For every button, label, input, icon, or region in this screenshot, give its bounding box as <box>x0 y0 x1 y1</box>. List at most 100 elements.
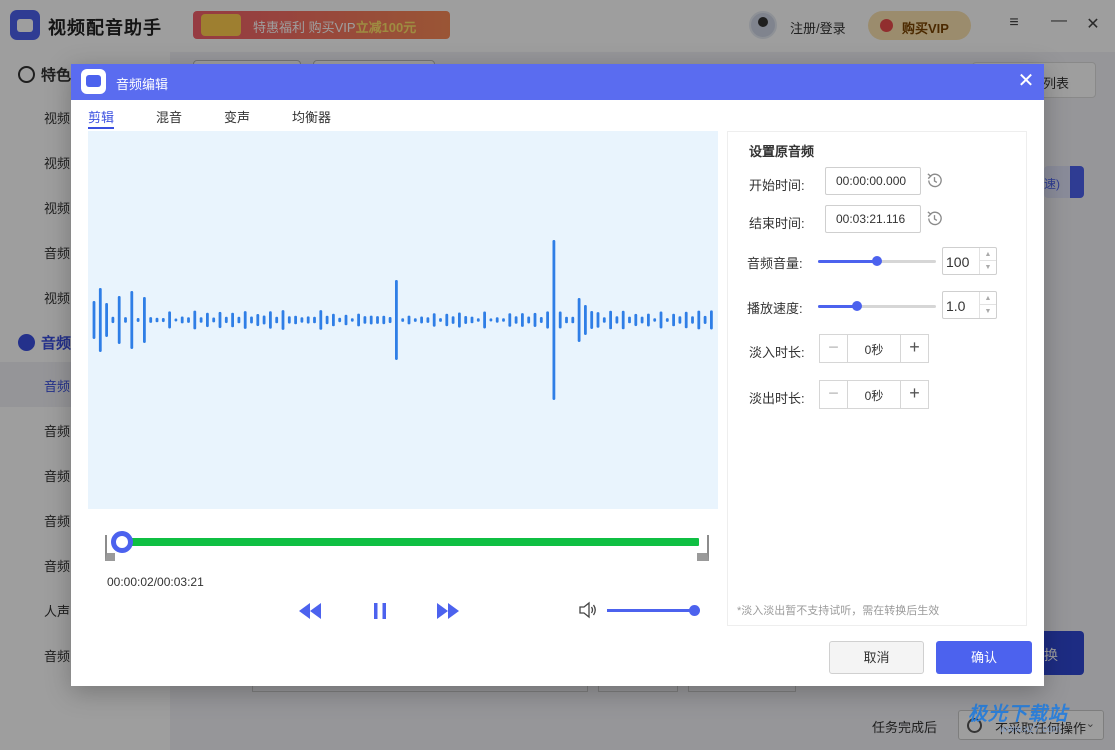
speed-value: 1.0 <box>946 298 966 314</box>
waveform-bar <box>350 318 354 322</box>
waveform-bar <box>218 311 222 329</box>
waveform-bar <box>451 316 455 324</box>
waveform-bar <box>502 318 505 322</box>
waveform-bar <box>640 316 644 324</box>
waveform-bar <box>476 318 480 322</box>
confirm-button[interactable]: 确认 <box>936 641 1032 674</box>
reset-start-time-icon[interactable] <box>925 171 944 190</box>
end-time-input[interactable]: 00:03:21.116 <box>825 205 921 233</box>
waveform-bar <box>294 315 297 325</box>
waveform-bar <box>647 313 650 327</box>
waveform-display[interactable] <box>88 131 718 509</box>
reset-end-time-icon[interactable] <box>925 209 944 228</box>
minus-icon[interactable]: − <box>820 335 848 362</box>
speed-spinner: ▲ ▼ <box>979 292 996 318</box>
settings-title: 设置原音频 <box>749 144 815 159</box>
waveform-bar <box>262 315 266 325</box>
waveform-bar <box>395 280 398 360</box>
waveform-bar <box>161 318 165 323</box>
waveform-bar <box>602 317 606 323</box>
speed-slider[interactable] <box>818 301 936 311</box>
waveform-bar <box>628 316 631 324</box>
playhead[interactable] <box>111 531 133 553</box>
waveform-bar <box>136 318 140 322</box>
waveform-bar <box>275 316 279 324</box>
fade-in-label: 淡入时长: <box>749 345 805 360</box>
waveform-bar <box>369 315 373 325</box>
speed-number-input[interactable]: 1.0 ▲ ▼ <box>942 291 997 319</box>
tab-voice-change[interactable]: 变声 <box>224 107 250 126</box>
waveform <box>92 240 713 400</box>
waveform-bar <box>256 314 260 327</box>
waveform-bar <box>313 316 316 324</box>
pause-icon[interactable] <box>368 602 392 620</box>
waveform-bar <box>168 311 171 329</box>
waveform-bar <box>615 316 619 324</box>
waveform-bar <box>174 318 178 322</box>
tab-equalizer[interactable]: 均衡器 <box>292 107 331 126</box>
increment-icon[interactable]: ▲ <box>980 248 996 261</box>
minus-icon[interactable]: − <box>820 381 848 408</box>
waveform-bar <box>565 316 568 324</box>
waveform-bar <box>180 316 184 324</box>
tab-mix[interactable]: 混音 <box>156 107 182 126</box>
fade-out-label: 淡出时长: <box>749 391 805 406</box>
volume-slider[interactable] <box>818 256 936 266</box>
dialog-header: 音频编辑 ✕ <box>71 64 1044 100</box>
waveform-bar <box>363 316 367 324</box>
rewind-icon[interactable] <box>298 602 322 620</box>
waveform-bar <box>124 317 127 323</box>
volume-spinner: ▲ ▼ <box>979 248 996 274</box>
waveform-bar <box>439 318 442 322</box>
trim-end-handle[interactable] <box>697 535 709 561</box>
waveform-bar <box>464 316 468 324</box>
waveform-bar <box>533 312 537 327</box>
watermark-url: www.xz7.com <box>1000 724 1062 735</box>
volume-label: 音频音量: <box>747 256 803 271</box>
waveform-bar <box>187 317 190 323</box>
waveform-bar <box>489 318 493 322</box>
timeline-track[interactable] <box>122 538 699 546</box>
volume-icon[interactable] <box>578 601 598 619</box>
waveform-bar <box>596 312 600 328</box>
speed-slider-thumb[interactable] <box>851 301 862 311</box>
tab-cut[interactable]: 剪辑 <box>88 107 115 129</box>
waveform-bar <box>206 312 209 328</box>
volume-value: 100 <box>946 254 970 270</box>
plus-icon[interactable]: + <box>900 381 928 408</box>
waveform-bar <box>388 317 392 324</box>
waveform-bar <box>508 313 512 327</box>
cancel-button[interactable]: 取消 <box>829 641 924 674</box>
waveform-bar <box>193 310 197 330</box>
increment-icon[interactable]: ▲ <box>980 292 996 305</box>
decrement-icon[interactable]: ▼ <box>980 305 996 318</box>
waveform-bar <box>269 311 272 329</box>
waveform-bar <box>143 297 146 343</box>
waveform-bar <box>357 313 360 327</box>
waveform-bar <box>445 313 449 327</box>
waveform-bar <box>376 316 379 324</box>
close-icon[interactable]: ✕ <box>1015 70 1037 92</box>
fade-out-value[interactable]: 0秒 <box>848 387 900 404</box>
fade-in-value[interactable]: 0秒 <box>848 341 900 358</box>
plus-icon[interactable]: + <box>900 335 928 362</box>
waveform-bar <box>590 311 594 329</box>
waveform-bar <box>332 313 335 327</box>
waveform-bar <box>571 316 575 324</box>
waveform-bar <box>105 303 108 337</box>
decrement-icon[interactable]: ▼ <box>980 261 996 274</box>
waveform-bar <box>558 311 562 329</box>
waveform-bar <box>621 310 625 330</box>
start-time-input[interactable]: 00:00:00.000 <box>825 167 921 195</box>
fade-in-stepper: − 0秒 + <box>819 334 929 363</box>
fade-note: *淡入淡出暂不支持试听，需在转换后生效 <box>737 605 940 617</box>
playback-time: 00:00:02/00:03:21 <box>107 575 204 589</box>
waveform-bar <box>609 310 612 330</box>
waveform-bar <box>539 317 543 323</box>
volume-slider-thumb[interactable] <box>689 605 700 616</box>
waveform-bar <box>300 317 304 323</box>
volume-slider-thumb[interactable] <box>872 256 882 266</box>
volume-number-input[interactable]: 100 ▲ ▼ <box>942 247 997 275</box>
volume-slider-track[interactable] <box>607 609 697 612</box>
fast-forward-icon[interactable] <box>436 602 460 620</box>
